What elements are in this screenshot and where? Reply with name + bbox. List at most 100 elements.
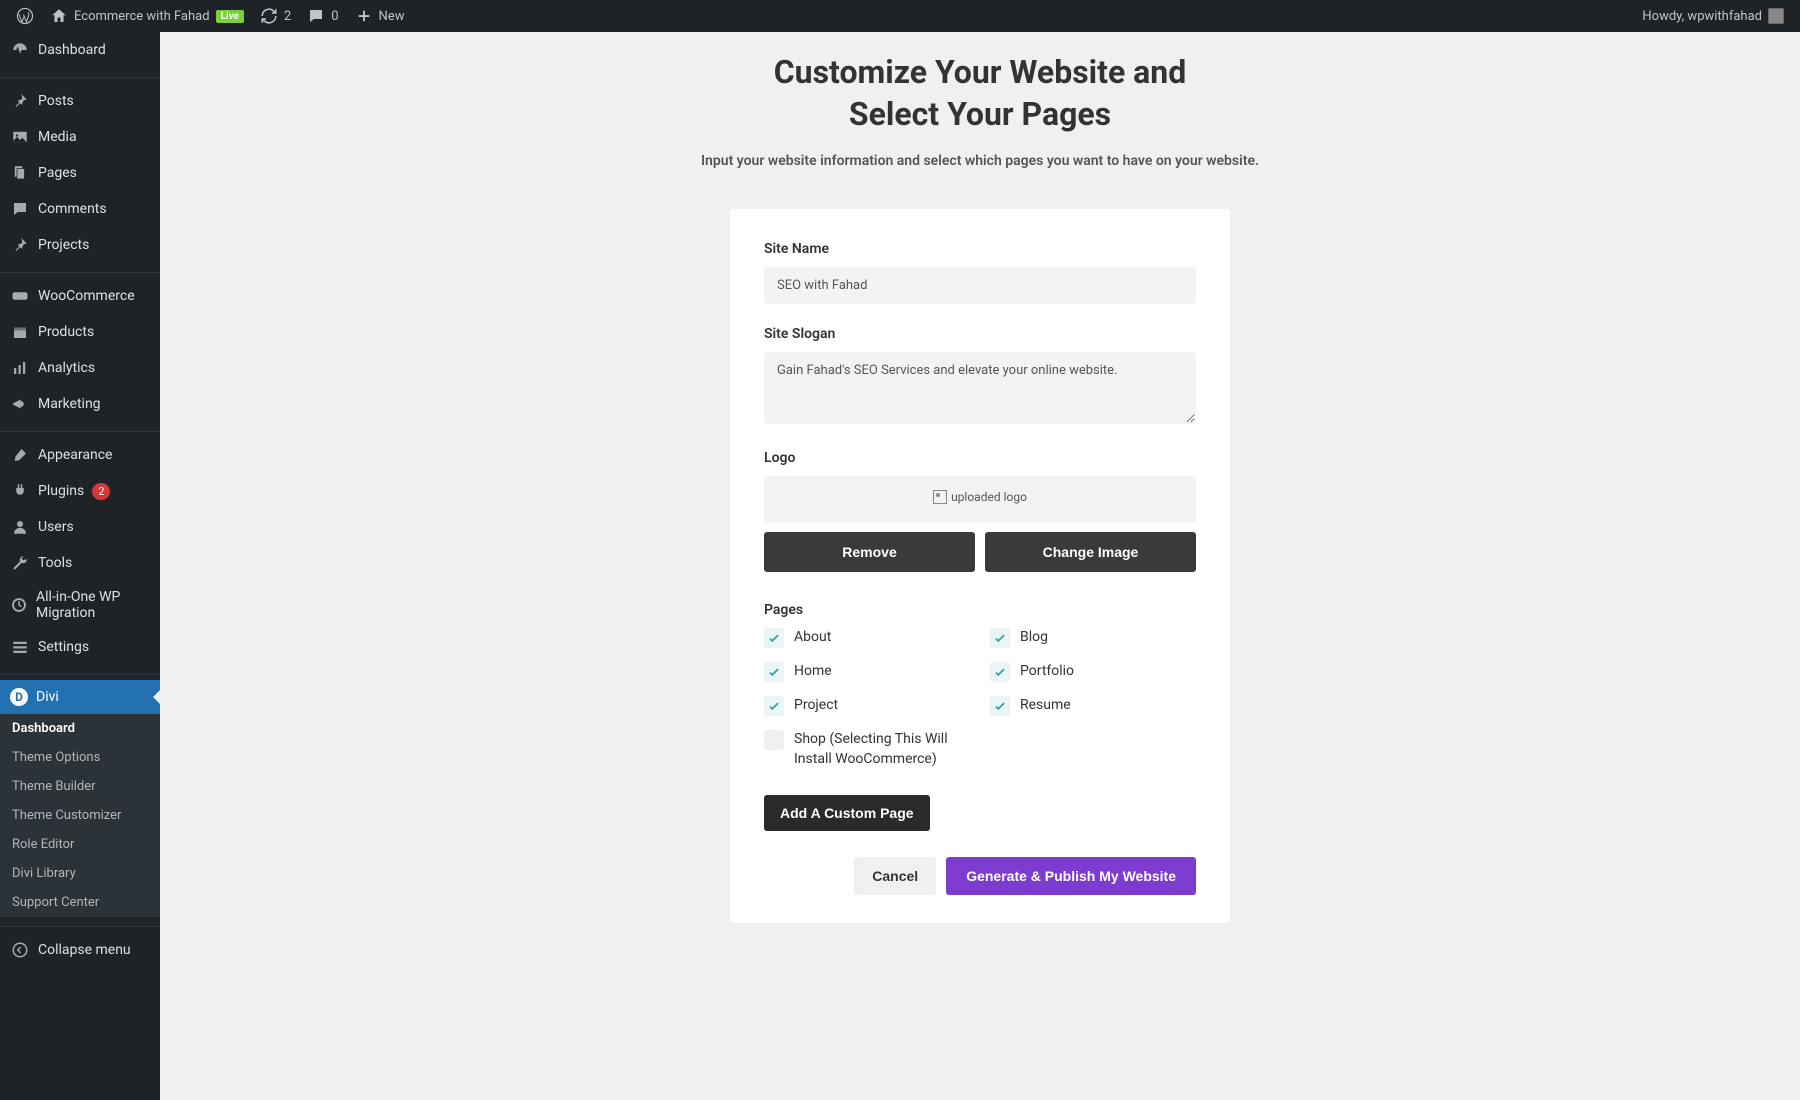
sidebar-item-pages[interactable]: Pages	[0, 155, 160, 191]
generate-publish-button[interactable]: Generate & Publish My Website	[946, 857, 1196, 895]
collapse-icon	[10, 940, 30, 960]
home-icon	[50, 7, 68, 25]
sidebar-item-tools[interactable]: Tools	[0, 545, 160, 581]
logo-label: Logo	[764, 450, 1196, 466]
sidebar-item-label: WooCommerce	[38, 288, 135, 304]
checkbox-label: Portfolio	[1020, 662, 1074, 682]
updates-count: 2	[284, 9, 291, 24]
pin-icon	[10, 91, 30, 111]
page-option-resume: Resume	[990, 696, 1196, 716]
pages-label: Pages	[764, 602, 1196, 618]
cancel-button[interactable]: Cancel	[854, 857, 936, 895]
sidebar-item-label: Pages	[38, 165, 77, 181]
site-slogan-label: Site Slogan	[764, 326, 1196, 342]
sidebar-item-label: Marketing	[38, 396, 101, 412]
gauge-icon	[10, 40, 30, 60]
sidebar-item-analytics[interactable]: Analytics	[0, 350, 160, 386]
site-link[interactable]: Ecommerce with Fahad Live	[42, 0, 252, 32]
checkbox-label: Home	[794, 662, 832, 682]
sidebar-item-label: Media	[38, 129, 77, 145]
site-slogan-input[interactable]	[764, 352, 1196, 424]
sidebar-item-settings[interactable]: Settings	[0, 629, 160, 665]
submenu-item-theme-options[interactable]: Theme Options	[0, 743, 160, 772]
page-title: Customize Your Website and Select Your P…	[630, 52, 1330, 135]
sidebar-item-posts[interactable]: Posts	[0, 83, 160, 119]
badge: 2	[92, 483, 110, 500]
sidebar-item-divi[interactable]: D Divi	[0, 680, 160, 714]
comments-link[interactable]: 0	[299, 0, 346, 32]
wp-logo[interactable]	[8, 0, 42, 32]
divi-icon: D	[10, 688, 28, 706]
brush-icon	[10, 445, 30, 465]
live-badge: Live	[216, 10, 244, 23]
sidebar-item-users[interactable]: Users	[0, 509, 160, 545]
sidebar-item-label: Projects	[38, 237, 89, 253]
user-greeting[interactable]: Howdy, wpwithfahad	[1634, 0, 1792, 32]
uploaded-logo-alt: uploaded logo	[951, 490, 1027, 504]
refresh-icon	[260, 7, 278, 25]
checkbox[interactable]	[990, 662, 1010, 682]
page-subtitle: Input your website information and selec…	[630, 153, 1330, 169]
sidebar-item-label: Plugins	[38, 483, 84, 499]
change-image-button[interactable]: Change Image	[985, 532, 1196, 572]
comment-icon	[307, 7, 325, 25]
sidebar-item-label: Dashboard	[38, 42, 106, 58]
sidebar-item-label: Posts	[38, 93, 74, 109]
sidebar-item-projects[interactable]: Projects	[0, 227, 160, 263]
checkbox[interactable]	[764, 628, 784, 648]
collapse-menu[interactable]: Collapse menu	[0, 932, 160, 968]
new-link[interactable]: New	[347, 0, 413, 32]
sidebar-item-comments[interactable]: Comments	[0, 191, 160, 227]
sidebar-item-plugins[interactable]: Plugins 2	[0, 473, 160, 509]
sidebar-item-label: Tools	[38, 555, 72, 571]
chart-icon	[10, 358, 30, 378]
sidebar-item-label: All-in-One WP Migration	[36, 589, 150, 621]
avatar	[1768, 8, 1784, 24]
checkbox[interactable]	[764, 662, 784, 682]
submenu-item-theme-customizer[interactable]: Theme Customizer	[0, 801, 160, 830]
sidebar-item-label: Comments	[38, 201, 107, 217]
collapse-label: Collapse menu	[38, 942, 131, 958]
checkbox-label: Shop (Selecting This Will Install WooCom…	[794, 730, 970, 769]
remove-logo-button[interactable]: Remove	[764, 532, 975, 572]
submenu-item-dashboard[interactable]: Dashboard	[0, 714, 160, 743]
mega-icon	[10, 394, 30, 414]
woo-icon	[10, 286, 30, 306]
pages-icon	[10, 163, 30, 183]
sidebar-item-all-in-one-wp-migration[interactable]: All-in-One WP Migration	[0, 581, 160, 629]
page-option-about: About	[764, 628, 970, 648]
sidebar-item-appearance[interactable]: Appearance	[0, 437, 160, 473]
sidebar-item-label: Divi	[36, 689, 59, 705]
pin-icon	[10, 235, 30, 255]
checkbox-label: Resume	[1020, 696, 1071, 716]
sidebar-item-products[interactable]: Products	[0, 314, 160, 350]
circle-icon	[10, 595, 28, 615]
sidebar-item-media[interactable]: Media	[0, 119, 160, 155]
checkbox[interactable]	[764, 696, 784, 716]
checkbox[interactable]	[764, 730, 784, 750]
page-option-shop: Shop (Selecting This Will Install WooCom…	[764, 730, 970, 769]
site-name-input[interactable]	[764, 267, 1196, 304]
sidebar-item-woocommerce[interactable]: WooCommerce	[0, 278, 160, 314]
submenu-item-support-center[interactable]: Support Center	[0, 888, 160, 917]
sidebar-item-marketing[interactable]: Marketing	[0, 386, 160, 422]
add-custom-page-button[interactable]: Add A Custom Page	[764, 795, 930, 831]
page-option-project: Project	[764, 696, 970, 716]
site-name-label: Ecommerce with Fahad	[74, 9, 210, 24]
site-name-label: Site Name	[764, 241, 1196, 257]
updates-link[interactable]: 2	[252, 0, 299, 32]
submenu-item-theme-builder[interactable]: Theme Builder	[0, 772, 160, 801]
sliders-icon	[10, 637, 30, 657]
wrench-icon	[10, 553, 30, 573]
plus-icon	[355, 7, 373, 25]
sidebar-item-dashboard[interactable]: Dashboard	[0, 32, 160, 68]
new-label: New	[379, 9, 405, 24]
submenu-item-role-editor[interactable]: Role Editor	[0, 830, 160, 859]
checkbox[interactable]	[990, 628, 1010, 648]
sidebar-item-label: Settings	[38, 639, 89, 655]
sidebar-item-label: Users	[38, 519, 74, 535]
checkbox[interactable]	[990, 696, 1010, 716]
submenu-item-divi-library[interactable]: Divi Library	[0, 859, 160, 888]
media-icon	[10, 127, 30, 147]
wordpress-icon	[16, 7, 34, 25]
